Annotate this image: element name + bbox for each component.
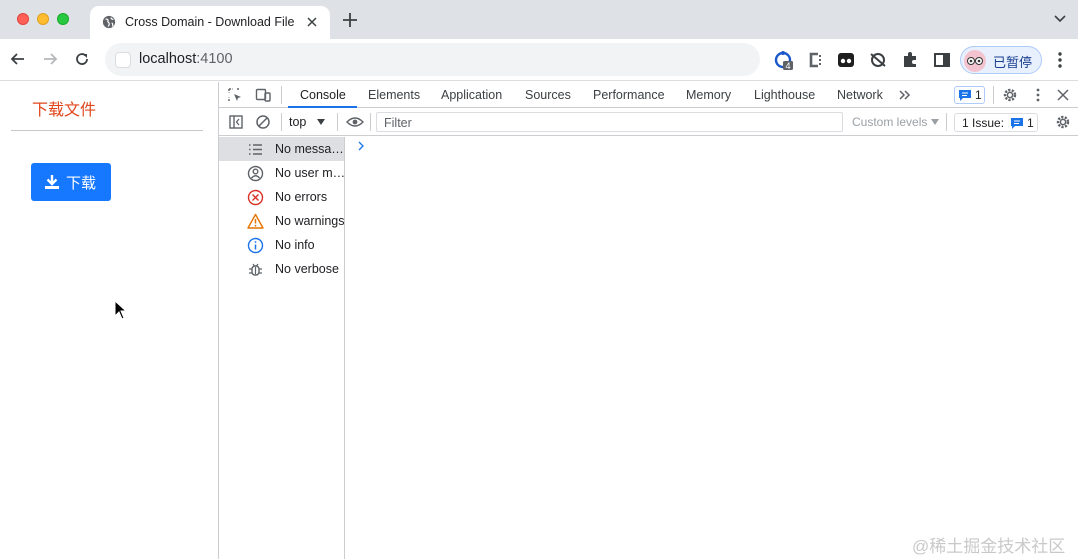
eye-icon[interactable] [346,114,364,130]
new-tab-button[interactable] [341,11,359,29]
extension-refresh-icon[interactable] [868,50,888,70]
profile-button[interactable]: 已暂停 [960,46,1042,74]
download-button-label: 下载 [66,175,97,192]
sidebar-item-warnings[interactable]: No warnings [219,209,344,233]
message-icon [1011,118,1023,129]
sidebar-item-label: No errors [275,190,328,204]
device-toolbar-icon[interactable] [255,87,271,103]
separator [993,86,994,104]
messages-badge[interactable]: 1 [954,86,985,104]
sidebar-item-label: No messa… [275,142,344,156]
filter-placeholder: Filter [384,116,412,130]
message-icon [959,90,971,101]
download-button[interactable]: 下载 [31,163,111,201]
extensions-puzzle-icon[interactable] [900,50,920,70]
url-text[interactable]: localhost:4100 [139,51,233,67]
devtools-tab-bar: Console Elements Application Sources Per… [219,82,1078,108]
toggle-sidebar-icon[interactable] [228,114,244,130]
inspect-element-icon[interactable] [227,87,243,103]
tab-memory[interactable]: Memory [686,88,731,102]
console-sidebar: No messa… No user m… No errors No warnin… [219,137,345,559]
globe-icon [102,15,116,29]
separator [946,113,947,131]
sidebar-item-label: No verbose [275,262,339,276]
issues-button[interactable]: 1 Issue: 1 [954,113,1038,132]
forward-button[interactable] [40,49,60,69]
tab-console[interactable]: Console [300,88,346,102]
issues-count: 1 [1027,116,1034,130]
user-icon [247,165,264,182]
sidebar-item-info[interactable]: No info [219,233,344,257]
site-info-icon[interactable] [115,52,131,68]
page-title: 下载文件 [32,102,97,119]
profile-status-label: 已暂停 [993,55,1033,70]
watermark: @稀土掘金技术社区 [912,537,1066,556]
issues-label: 1 Issue: [962,116,1005,130]
info-icon [247,237,264,254]
divider [11,130,203,131]
extension-c-icon[interactable] [805,50,825,70]
extension-glasses-icon[interactable] [836,50,856,70]
sidebar-item-label: No info [275,238,315,252]
extension-badge: 4 [785,61,791,71]
dropdown-arrow-icon [317,119,325,125]
console-settings-gear-icon[interactable] [1055,114,1071,130]
dropdown-arrow-icon [931,119,939,125]
context-select[interactable]: top [289,115,306,129]
web-page: 下载文件 下载 [0,82,218,559]
error-icon [247,189,264,206]
console-toolbar: top Filter Custom levels 1 Issue: 1 [219,109,1078,136]
bug-icon [249,263,262,276]
download-icon [45,175,59,189]
messages-count: 1 [975,88,982,102]
tab-application[interactable]: Application [441,88,502,102]
filter-input[interactable]: Filter [376,112,843,132]
warning-icon [247,213,264,229]
active-tab-indicator [288,106,357,108]
log-levels-dropdown[interactable]: Custom levels [852,115,927,129]
side-panel-icon[interactable] [932,50,952,70]
address-bar[interactable]: localhost:4100 [105,43,760,76]
close-tab-icon[interactable] [304,14,320,30]
browser-menu-icon[interactable] [1052,50,1068,70]
window-close-button[interactable] [17,13,29,25]
mouse-cursor-icon [114,300,128,320]
sidebar-item-user-messages[interactable]: No user m… [219,161,346,185]
clear-console-icon[interactable] [255,114,271,130]
separator [337,113,338,131]
tab-network[interactable]: Network [837,88,883,102]
sidebar-item-verbose[interactable]: No verbose [219,257,344,281]
avatar-glasses-icon [967,57,983,65]
separator [281,113,282,131]
browser-tab-active[interactable]: Cross Domain - Download File [90,6,330,39]
avatar [964,50,986,72]
more-tabs-icon[interactable] [897,87,913,103]
list-icon [249,144,262,155]
back-button[interactable] [8,49,28,69]
sidebar-item-label: No user m… [275,166,346,180]
devtools-menu-icon[interactable] [1030,87,1046,103]
reload-button[interactable] [72,49,92,69]
chevron-down-icon[interactable] [1054,14,1066,24]
tab-lighthouse[interactable]: Lighthouse [754,88,815,102]
browser-tab-strip: Cross Domain - Download File [0,0,1078,39]
tab-elements[interactable]: Elements [368,88,420,102]
tab-title: Cross Domain - Download File [125,15,295,29]
console-prompt-chevron-icon [358,141,364,151]
close-devtools-icon[interactable] [1055,87,1071,103]
separator [281,86,282,104]
separator [370,113,371,131]
sidebar-item-messages[interactable]: No messa… [219,137,344,161]
sidebar-item-label: No warnings [275,214,345,228]
window-minimize-button[interactable] [37,13,49,25]
window-zoom-button[interactable] [57,13,69,25]
browser-toolbar: localhost:4100 4 已暂停 [0,39,1078,81]
tab-performance[interactable]: Performance [593,88,665,102]
devtools-panel: Console Elements Application Sources Per… [218,82,1078,559]
tab-sources[interactable]: Sources [525,88,571,102]
settings-gear-icon[interactable] [1002,87,1018,103]
sidebar-item-errors[interactable]: No errors [219,185,344,209]
